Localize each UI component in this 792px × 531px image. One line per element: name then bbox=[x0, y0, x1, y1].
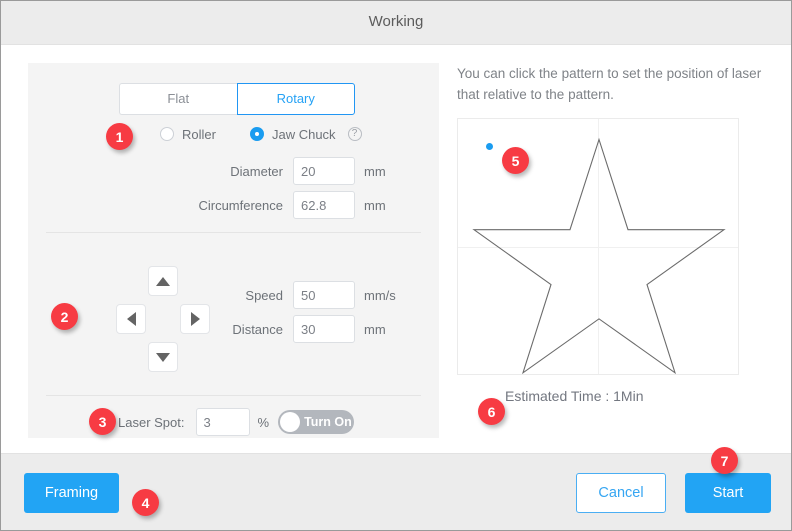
working-dialog: Working Flat Rotary Roller Jaw Chuck ? D… bbox=[0, 0, 792, 531]
arrow-down-icon bbox=[156, 352, 170, 362]
estimated-time-row: Estimated Time : 1Min bbox=[457, 386, 772, 406]
estimated-time-text: Estimated Time : 1Min bbox=[505, 388, 644, 404]
framing-button[interactable]: Framing bbox=[24, 473, 119, 513]
speed-field-row: Speed mm/s bbox=[203, 281, 396, 309]
settings-panel: Flat Rotary Roller Jaw Chuck ? Diameter bbox=[28, 63, 439, 438]
pattern-preview-canvas[interactable] bbox=[457, 118, 739, 375]
diameter-label: Diameter bbox=[230, 163, 283, 179]
distance-unit: mm bbox=[364, 321, 386, 337]
laser-turn-on-toggle[interactable]: Turn On bbox=[278, 410, 355, 434]
diameter-unit: mm bbox=[364, 163, 386, 179]
panel-divider-bottom bbox=[46, 395, 421, 396]
speed-label: Speed bbox=[245, 287, 283, 303]
callout-badge-6: 6 bbox=[478, 398, 505, 425]
panel-divider-top bbox=[46, 232, 421, 233]
laser-spot-row: Laser Spot: % Turn On bbox=[118, 408, 355, 436]
star-outline-icon bbox=[472, 137, 726, 374]
radio-unchecked-icon bbox=[160, 127, 174, 141]
toggle-knob bbox=[280, 412, 301, 432]
jog-up-button[interactable] bbox=[148, 266, 178, 296]
circumference-label: Circumference bbox=[198, 197, 283, 213]
circumference-input[interactable] bbox=[293, 191, 355, 219]
arrow-up-icon bbox=[156, 276, 170, 286]
callout-badge-2: 2 bbox=[51, 303, 78, 330]
speed-unit: mm/s bbox=[364, 287, 396, 303]
dialog-title: Working bbox=[368, 13, 424, 30]
callout-badge-4: 4 bbox=[132, 489, 159, 516]
preview-hint-text: You can click the pattern to set the pos… bbox=[457, 66, 762, 102]
callout-badge-5: 5 bbox=[502, 147, 529, 174]
start-button[interactable]: Start bbox=[685, 473, 771, 513]
tab-rotary[interactable]: Rotary bbox=[236, 83, 355, 115]
speed-input[interactable] bbox=[293, 281, 355, 309]
distance-input[interactable] bbox=[293, 315, 355, 343]
dialog-footer: Framing Cancel Start bbox=[1, 453, 791, 530]
dialog-titlebar: Working bbox=[1, 1, 791, 45]
distance-field-row: Distance mm bbox=[203, 315, 386, 343]
work-mode-tabs: Flat Rotary bbox=[119, 83, 355, 115]
toggle-label: Turn On bbox=[304, 415, 352, 429]
laser-spot-label: Laser Spot: bbox=[118, 414, 185, 430]
question-mark-circle-icon[interactable]: ? bbox=[347, 127, 362, 141]
laser-position-dot[interactable] bbox=[486, 143, 493, 150]
callout-badge-3: 3 bbox=[89, 408, 116, 435]
diameter-input[interactable] bbox=[293, 157, 355, 185]
tab-flat[interactable]: Flat bbox=[119, 83, 237, 115]
radio-checked-icon bbox=[249, 127, 264, 141]
callout-badge-1: 1 bbox=[106, 123, 133, 150]
arrow-right-icon bbox=[190, 312, 200, 326]
circumference-unit: mm bbox=[364, 197, 386, 213]
laser-spot-input[interactable] bbox=[195, 408, 250, 436]
rotary-type-radio-group: Roller Jaw Chuck ? bbox=[160, 124, 362, 144]
diameter-field-row: Diameter mm bbox=[168, 157, 386, 185]
distance-label: Distance bbox=[232, 321, 283, 337]
cancel-button[interactable]: Cancel bbox=[576, 473, 666, 513]
jog-left-button[interactable] bbox=[116, 304, 146, 334]
callout-badge-7: 7 bbox=[711, 447, 738, 474]
radio-jaw-chuck[interactable]: Jaw Chuck bbox=[249, 126, 336, 142]
radio-roller-label: Roller bbox=[182, 126, 216, 142]
dialog-body: Flat Rotary Roller Jaw Chuck ? Diameter bbox=[1, 46, 791, 453]
preview-panel: You can click the pattern to set the pos… bbox=[457, 63, 772, 406]
arrow-left-icon bbox=[126, 312, 136, 326]
jog-down-button[interactable] bbox=[148, 342, 178, 372]
radio-roller[interactable]: Roller bbox=[160, 127, 216, 142]
laser-spot-unit: % bbox=[257, 414, 270, 430]
radio-jaw-chuck-label: Jaw Chuck bbox=[271, 126, 336, 142]
circumference-field-row: Circumference mm bbox=[168, 191, 386, 219]
